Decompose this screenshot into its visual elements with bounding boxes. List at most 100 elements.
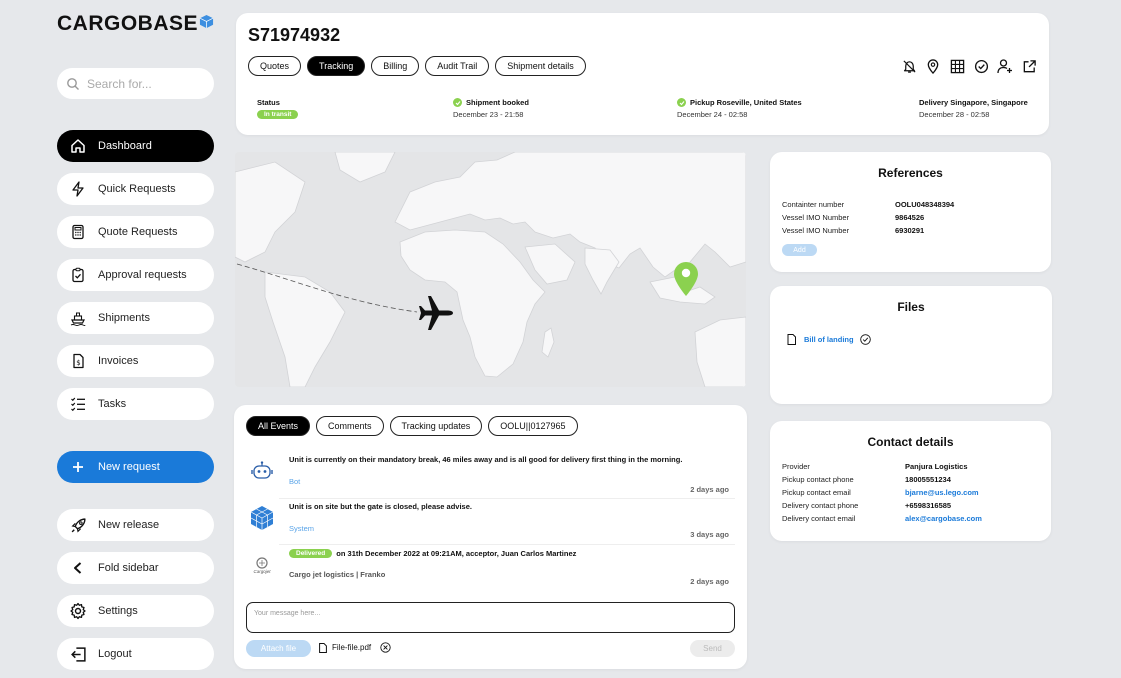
ref-key: Vessel IMO Number [782, 213, 850, 222]
contact-key: Pickup contact email [782, 488, 851, 497]
contact-email-link[interactable]: alex@cargobase.com [905, 514, 1050, 523]
contact-details-card: Contact details Provider Panjura Logisti… [770, 421, 1051, 541]
sidebar-item-label: Dashboard [98, 140, 152, 152]
tab-audit-trail[interactable]: Audit Trail [425, 56, 490, 76]
cargojet-avatar: Cargojet [246, 549, 278, 581]
contact-key: Delivery contact email [782, 514, 856, 523]
system-avatar-icon [246, 502, 278, 534]
add-user-icon[interactable] [997, 58, 1013, 74]
attached-file-name: File-file.pdf [332, 643, 372, 652]
shipment-header-card: S71974932 Quotes Tracking Billing Audit … [236, 13, 1049, 135]
logout-icon [68, 644, 88, 664]
event-item: Cargojet Delivered on 31th December 2022… [246, 549, 735, 589]
delivery-label: Delivery Singapore, Singapore [919, 98, 1028, 107]
contact-title: Contact details [867, 435, 954, 449]
attached-file: File-file.pdf [319, 642, 391, 653]
event-source: System [289, 524, 315, 533]
references-title: References [878, 166, 943, 180]
tab-quotes[interactable]: Quotes [248, 56, 302, 76]
ref-key: Containter number [782, 200, 845, 209]
sidebar-item-label: Shipments [98, 312, 150, 324]
sidebar-item-approval-requests[interactable]: Approval requests [57, 259, 214, 291]
tab-container-ref[interactable]: OOLU||0127965 [488, 416, 578, 436]
event-source: Cargo jet logistics | Franko [289, 570, 386, 579]
cargojet-logo-icon [256, 556, 268, 569]
contact-table: Provider Panjura Logistics Pickup contac… [782, 462, 1050, 523]
tab-all-events[interactable]: All Events [246, 416, 311, 436]
sidebar-item-tasks[interactable]: Tasks [57, 388, 214, 420]
tab-tracking[interactable]: Tracking [307, 56, 366, 76]
sidebar-item-label: Fold sidebar [98, 562, 159, 574]
ref-value: 6930291 [895, 226, 925, 235]
location-pin-icon[interactable] [925, 58, 941, 74]
tab-comments[interactable]: Comments [316, 416, 384, 436]
event-tabs: All Events Comments Tracking updates OOL… [246, 416, 578, 436]
sidebar-item-quick-requests[interactable]: Quick Requests [57, 173, 214, 205]
check-circle-icon[interactable] [973, 58, 989, 74]
delivery-time: December 28 - 02:58 [919, 110, 990, 119]
new-request-button[interactable]: New request [57, 451, 214, 483]
contact-value: 18005551234 [905, 475, 951, 484]
search-box[interactable] [57, 68, 214, 99]
sidebar-item-shipments[interactable]: Shipments [57, 302, 214, 334]
attach-file-button[interactable]: Attach file [246, 640, 311, 657]
sidebar-item-quote-requests[interactable]: Quote Requests [57, 216, 214, 248]
rocket-icon [68, 515, 88, 535]
search-input[interactable] [87, 76, 197, 91]
add-reference-button[interactable]: Add [782, 244, 817, 256]
shipment-tabs: Quotes Tracking Billing Audit Trail Ship… [248, 56, 586, 76]
tab-billing[interactable]: Billing [371, 56, 420, 76]
sidebar-item-new-release[interactable]: New release [57, 509, 214, 541]
message-input[interactable] [246, 602, 735, 633]
booked-time: December 23 - 21:58 [453, 110, 524, 119]
grid-icon[interactable] [949, 58, 965, 74]
event-item: Unit is on site but the gate is closed, … [246, 502, 735, 542]
share-icon[interactable] [1021, 58, 1037, 74]
contact-value: Panjura Logistics [905, 462, 968, 471]
sidebar-item-settings[interactable]: Settings [57, 595, 214, 627]
new-request-label: New request [98, 461, 160, 473]
sidebar-item-label: Logout [98, 648, 132, 660]
fold-sidebar-button[interactable]: Fold sidebar [57, 552, 214, 584]
logout-button[interactable]: Logout [57, 638, 214, 670]
world-map [235, 152, 746, 387]
sidebar-item-label: Approval requests [98, 269, 187, 281]
remove-file-icon[interactable] [380, 642, 391, 653]
check-icon [453, 98, 462, 107]
files-title: Files [897, 300, 925, 314]
tasks-icon [68, 394, 88, 414]
sidebar-item-label: Tasks [98, 398, 127, 410]
event-source: Bot [289, 477, 301, 486]
cargobase-logo: CARGOBASE [57, 12, 214, 36]
event-text: Unit is on site but the gate is closed, … [289, 502, 472, 511]
contact-email-link[interactable]: bjarne@us.lego.com [905, 488, 1050, 497]
pickup-time: December 24 - 02:58 [677, 110, 748, 119]
tab-shipment-details[interactable]: Shipment details [495, 56, 586, 76]
ref-key: Vessel IMO Number [782, 226, 850, 235]
status-label: Status [257, 98, 280, 107]
references-card: References Containter number OOLU0483483… [770, 152, 1051, 272]
send-button[interactable]: Send [690, 640, 735, 657]
references-table: Containter number OOLU048348394 Vessel I… [782, 200, 1045, 235]
cargojet-avatar-text: Cargojet [253, 568, 271, 574]
pickup-block: Pickup Roseville, United States December… [677, 98, 802, 119]
home-icon [68, 136, 88, 156]
file-name[interactable]: Bill of landing [804, 335, 854, 344]
ref-value: 9864526 [895, 213, 925, 222]
tab-tracking-updates[interactable]: Tracking updates [389, 416, 483, 436]
sidebar-item-dashboard[interactable]: Dashboard [57, 130, 214, 162]
file-item[interactable]: Bill of landing [787, 334, 871, 345]
chevron-left-icon [68, 558, 88, 578]
contact-value: +6598316585 [905, 501, 952, 510]
verified-check-icon [859, 334, 871, 345]
ship-icon [68, 308, 88, 328]
event-time: 3 days ago [690, 530, 729, 539]
tracking-map[interactable] [235, 152, 746, 387]
sidebar-item-label: Settings [98, 605, 138, 617]
sidebar-item-invoices[interactable]: $ Invoices [57, 345, 214, 377]
sidebar-item-label: Quick Requests [98, 183, 176, 195]
sidebar-item-label: Quote Requests [98, 226, 178, 238]
bell-off-icon[interactable] [901, 58, 917, 74]
event-text: on 31th December 2022 at 09:21AM, accept… [336, 549, 577, 558]
invoice-icon: $ [68, 351, 88, 371]
